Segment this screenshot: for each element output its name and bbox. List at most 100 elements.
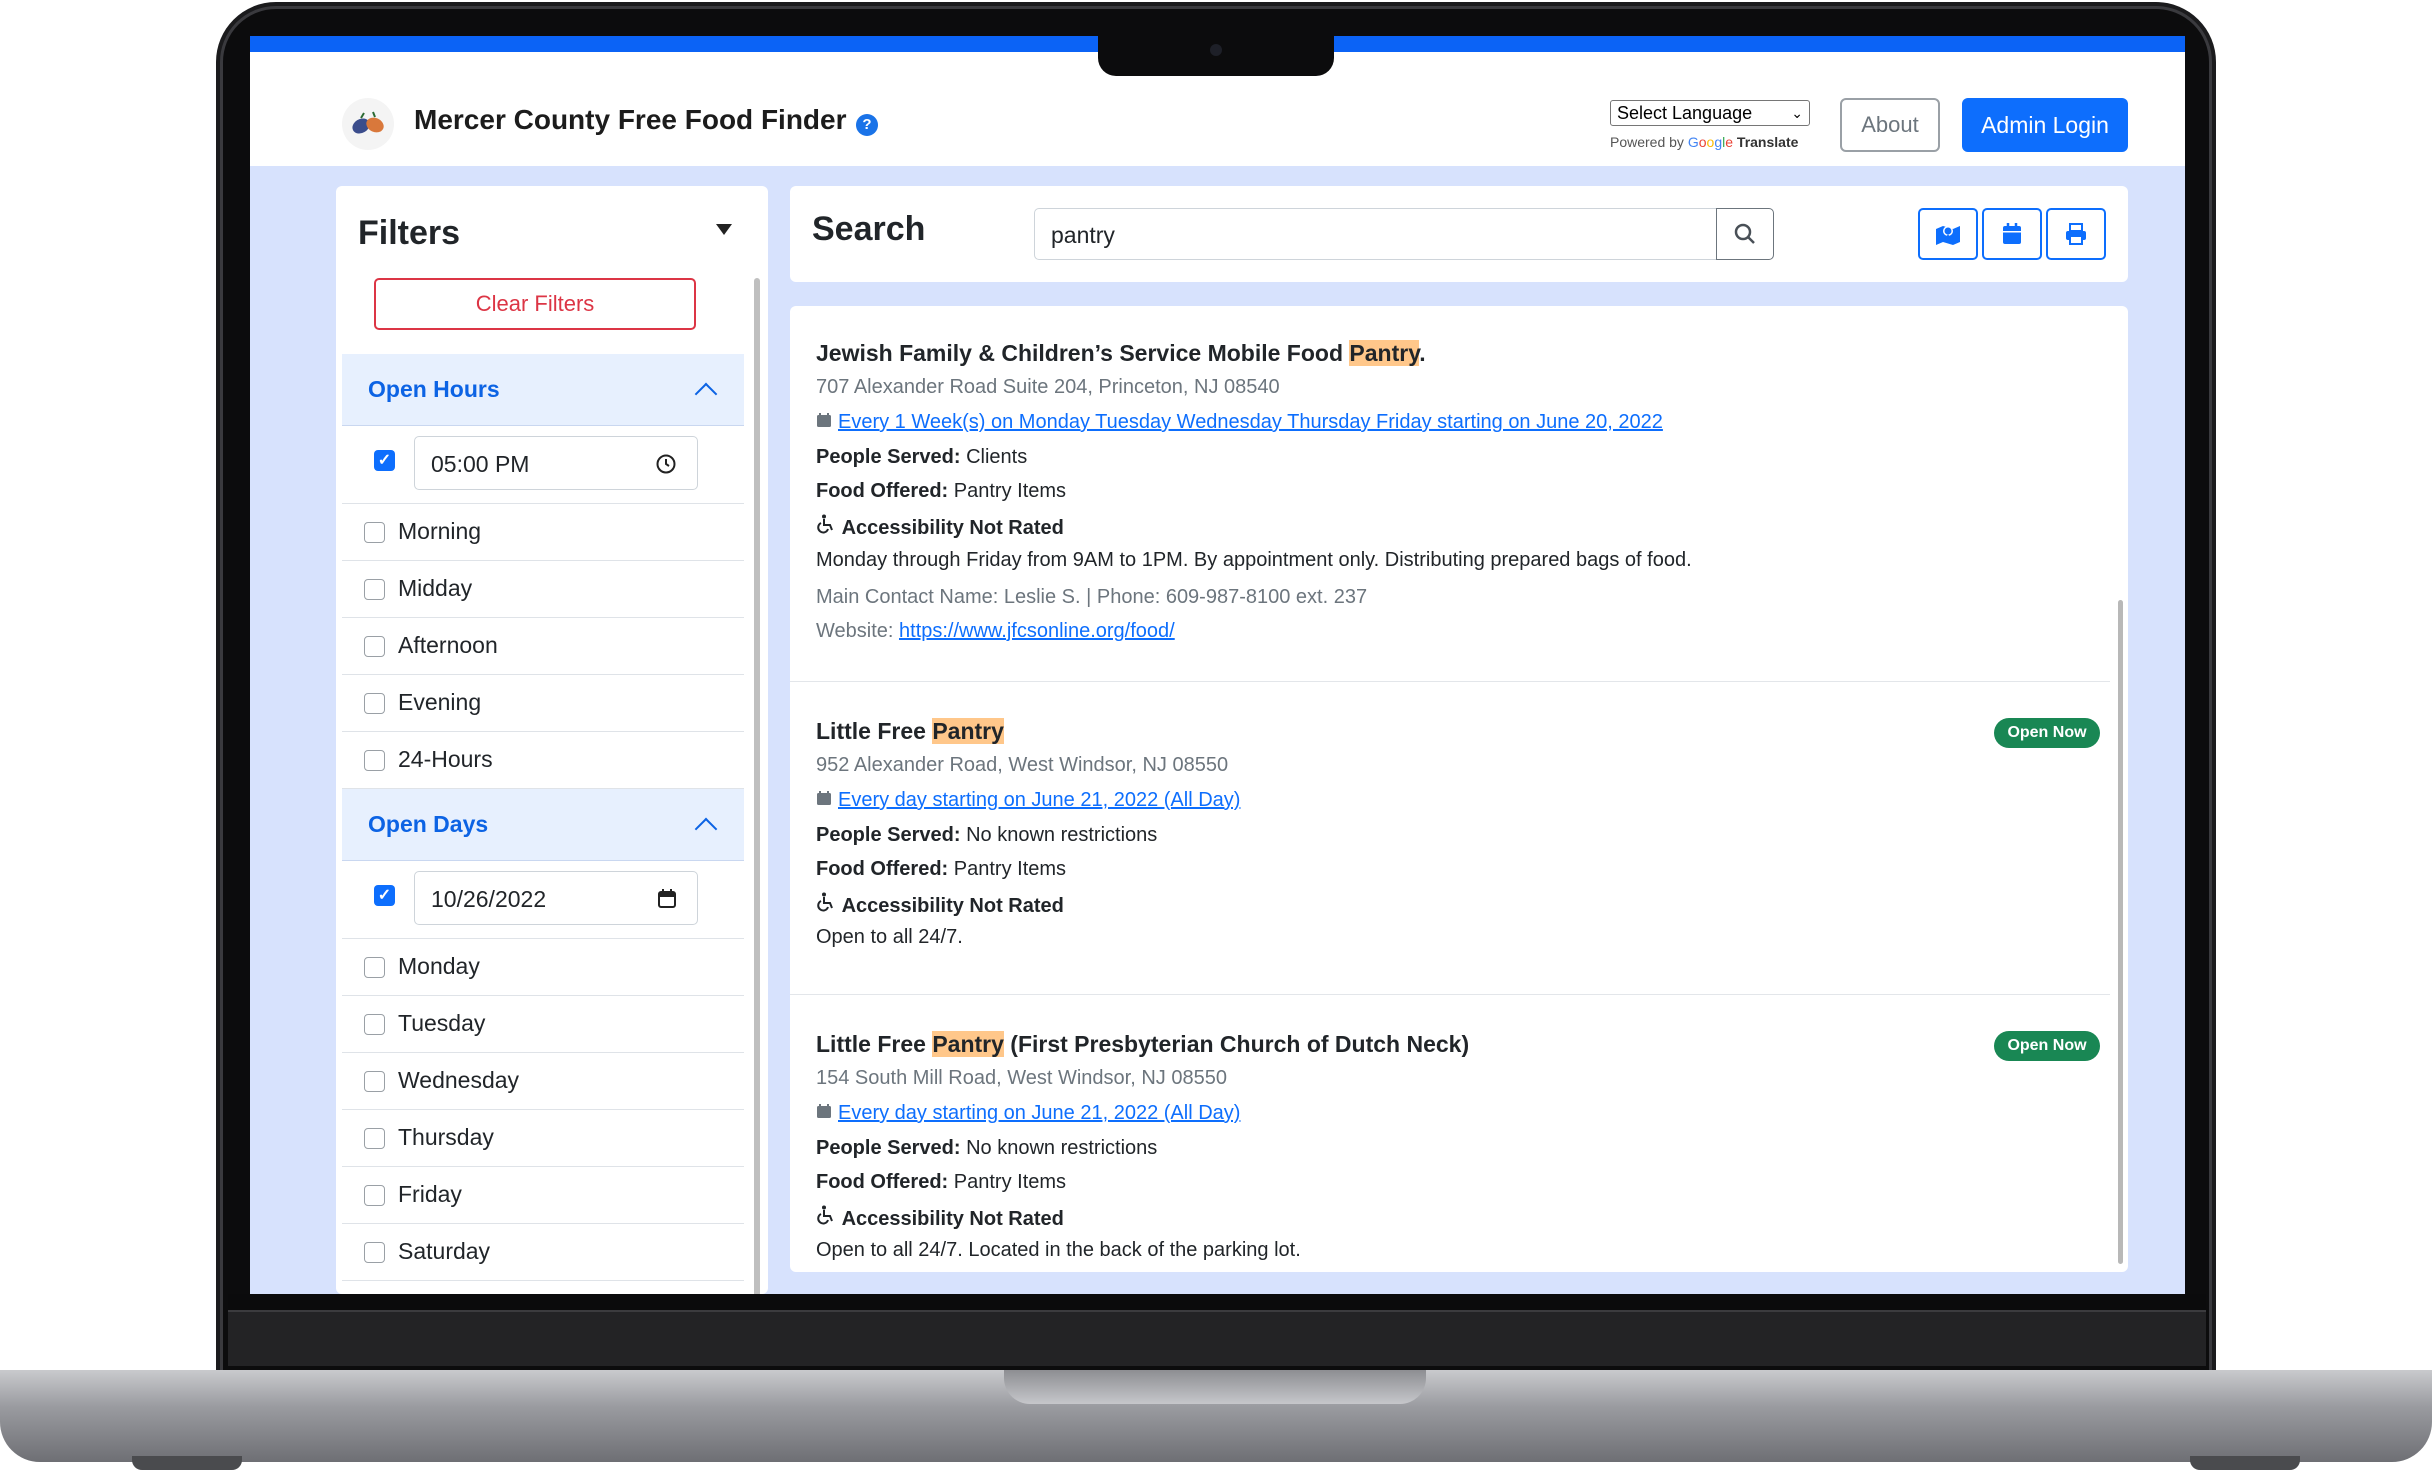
filter-option-label: Morning bbox=[398, 518, 482, 544]
filter-option-label: Saturday bbox=[398, 1238, 491, 1264]
people-served: People Served: Clients bbox=[816, 446, 1028, 468]
filter-option-midday[interactable]: Midday bbox=[342, 561, 744, 618]
schedule-link[interactable]: Every 1 Week(s) on Monday Tuesday Wednes… bbox=[838, 411, 1663, 433]
list-item[interactable]: Little Free Pantry Open Now 952 Alexande… bbox=[790, 682, 2110, 995]
results-list[interactable]: Jewish Family & Children’s Service Mobil… bbox=[790, 306, 2128, 1272]
screen-bottom-bezel bbox=[228, 1294, 2206, 1310]
filter-option-afternoon[interactable]: Afternoon bbox=[342, 618, 744, 675]
filter-option-friday[interactable]: Friday bbox=[342, 1167, 744, 1224]
open-days-header[interactable]: Open Days bbox=[342, 789, 744, 861]
result-title[interactable]: Little Free Pantry bbox=[816, 718, 1004, 745]
filter-option-monday[interactable]: Monday bbox=[342, 939, 744, 996]
map-icon bbox=[1936, 226, 1960, 245]
checkbox[interactable] bbox=[364, 1071, 385, 1092]
filter-option-label: 24-Hours bbox=[398, 746, 493, 772]
date-checkbox[interactable]: ✓ bbox=[374, 885, 395, 906]
checkbox[interactable] bbox=[364, 1014, 385, 1035]
laptop-foot-left bbox=[132, 1456, 242, 1470]
checkbox[interactable] bbox=[364, 579, 385, 600]
time-checkbox[interactable]: ✓ bbox=[374, 450, 395, 471]
open-hours-header[interactable]: Open Hours bbox=[342, 354, 744, 426]
filter-option-morning[interactable]: Morning bbox=[342, 504, 744, 561]
app-logo-icon[interactable] bbox=[342, 98, 394, 150]
open-hours-label: Open Hours bbox=[368, 376, 500, 402]
filter-option-evening[interactable]: Evening bbox=[342, 675, 744, 732]
filter-option-label: Wednesday bbox=[398, 1067, 520, 1093]
chevron-down-icon: ⌄ bbox=[1791, 105, 1803, 121]
filter-option-24-hours[interactable]: 24-Hours bbox=[342, 732, 744, 789]
checkbox[interactable] bbox=[364, 1185, 385, 1206]
language-select[interactable]: Select Language ⌄ bbox=[1610, 100, 1810, 126]
list-item[interactable]: Jewish Family & Children’s Service Mobil… bbox=[790, 306, 2110, 682]
calendar-icon bbox=[2003, 223, 2021, 244]
checkbox[interactable] bbox=[364, 957, 385, 978]
result-address: 952 Alexander Road, West Windsor, NJ 085… bbox=[816, 754, 1229, 776]
calendar-icon bbox=[817, 791, 831, 805]
accessibility-rating: Accessibility Not Rated bbox=[816, 892, 1064, 918]
search-button[interactable] bbox=[1716, 208, 1774, 260]
filter-option-label: Monday bbox=[398, 953, 480, 979]
checkbox[interactable] bbox=[364, 750, 385, 771]
clear-filters-button[interactable]: Clear Filters bbox=[374, 278, 696, 330]
result-title[interactable]: Jewish Family & Children’s Service Mobil… bbox=[816, 340, 1426, 367]
result-description: Open to all 24/7. Located in the back of… bbox=[816, 1239, 1301, 1261]
camera-notch bbox=[1098, 36, 1334, 76]
filter-option-label: Afternoon bbox=[398, 632, 498, 658]
result-description: Open to all 24/7. bbox=[816, 926, 963, 948]
results-scrollbar[interactable] bbox=[2118, 600, 2123, 1264]
search-title: Search bbox=[812, 210, 926, 248]
result-contact: Main Contact Name: Leslie S. | Phone: 60… bbox=[816, 586, 1368, 608]
food-offered: Food Offered: Pantry Items bbox=[816, 858, 1067, 880]
checkbox[interactable] bbox=[364, 636, 385, 657]
app-title: Mercer County Free Food Finder bbox=[414, 104, 847, 135]
people-served: People Served: No known restrictions bbox=[816, 824, 1158, 846]
result-schedule[interactable]: Every day starting on June 21, 2022 (All… bbox=[816, 1102, 1240, 1125]
calendar-icon[interactable] bbox=[657, 888, 677, 916]
result-schedule[interactable]: Every 1 Week(s) on Monday Tuesday Wednes… bbox=[816, 411, 1663, 434]
calendar-icon bbox=[817, 413, 831, 427]
filter-option-label: Tuesday bbox=[398, 1010, 486, 1036]
print-button[interactable] bbox=[2046, 208, 2106, 260]
filters-scrollbar[interactable] bbox=[754, 278, 760, 1294]
date-input[interactable]: 10/26/2022 bbox=[414, 871, 698, 925]
result-title[interactable]: Little Free Pantry (First Presbyterian C… bbox=[816, 1031, 1469, 1058]
caret-down-icon[interactable] bbox=[716, 224, 732, 235]
time-input[interactable]: 05:00 PM bbox=[414, 436, 698, 490]
list-item[interactable]: Little Free Pantry (First Presbyterian C… bbox=[790, 995, 2110, 1272]
search-highlight: Pantry bbox=[1349, 340, 1420, 366]
result-description: Monday through Friday from 9AM to 1PM. B… bbox=[816, 549, 1692, 571]
search-icon bbox=[1734, 223, 1755, 244]
search-panel: Search pantry bbox=[790, 186, 2128, 282]
filter-option-next[interactable] bbox=[342, 1281, 744, 1294]
search-input[interactable]: pantry bbox=[1034, 208, 1718, 260]
laptop-hinge-notch bbox=[1004, 1370, 1426, 1404]
accessibility-rating: Accessibility Not Rated bbox=[816, 514, 1064, 540]
about-button[interactable]: About bbox=[1840, 98, 1940, 152]
filters-title: Filters bbox=[358, 214, 461, 252]
open-days-label: Open Days bbox=[368, 811, 489, 837]
screen: Mercer County Free Food Finder ? Select … bbox=[250, 36, 2185, 1294]
laptop-chin bbox=[228, 1310, 2206, 1366]
status-badge: Open Now bbox=[1994, 1031, 2100, 1061]
search-highlight: Pantry bbox=[932, 718, 1004, 744]
filter-option-tuesday[interactable]: Tuesday bbox=[342, 996, 744, 1053]
filter-option-thursday[interactable]: Thursday bbox=[342, 1110, 744, 1167]
map-view-button[interactable] bbox=[1918, 208, 1978, 260]
admin-login-button[interactable]: Admin Login bbox=[1962, 98, 2128, 152]
checkbox[interactable] bbox=[364, 522, 385, 543]
clock-icon[interactable] bbox=[655, 453, 677, 481]
schedule-link[interactable]: Every day starting on June 21, 2022 (All… bbox=[838, 789, 1240, 811]
checkbox[interactable] bbox=[364, 693, 385, 714]
print-icon bbox=[2066, 223, 2086, 245]
filters-panel: Filters Clear Filters Open Hours ✓ 05:00… bbox=[336, 186, 768, 1294]
help-icon[interactable]: ? bbox=[856, 114, 878, 136]
result-schedule[interactable]: Every day starting on June 21, 2022 (All… bbox=[816, 789, 1240, 812]
filter-option-saturday[interactable]: Saturday bbox=[342, 1224, 744, 1281]
filter-option-wednesday[interactable]: Wednesday bbox=[342, 1053, 744, 1110]
schedule-link[interactable]: Every day starting on June 21, 2022 (All… bbox=[838, 1102, 1240, 1124]
filter-option-label: Friday bbox=[398, 1181, 462, 1207]
checkbox[interactable] bbox=[364, 1128, 385, 1149]
calendar-view-button[interactable] bbox=[1982, 208, 2042, 260]
website-link[interactable]: https://www.jfcsonline.org/food/ bbox=[899, 620, 1175, 642]
checkbox[interactable] bbox=[364, 1242, 385, 1263]
